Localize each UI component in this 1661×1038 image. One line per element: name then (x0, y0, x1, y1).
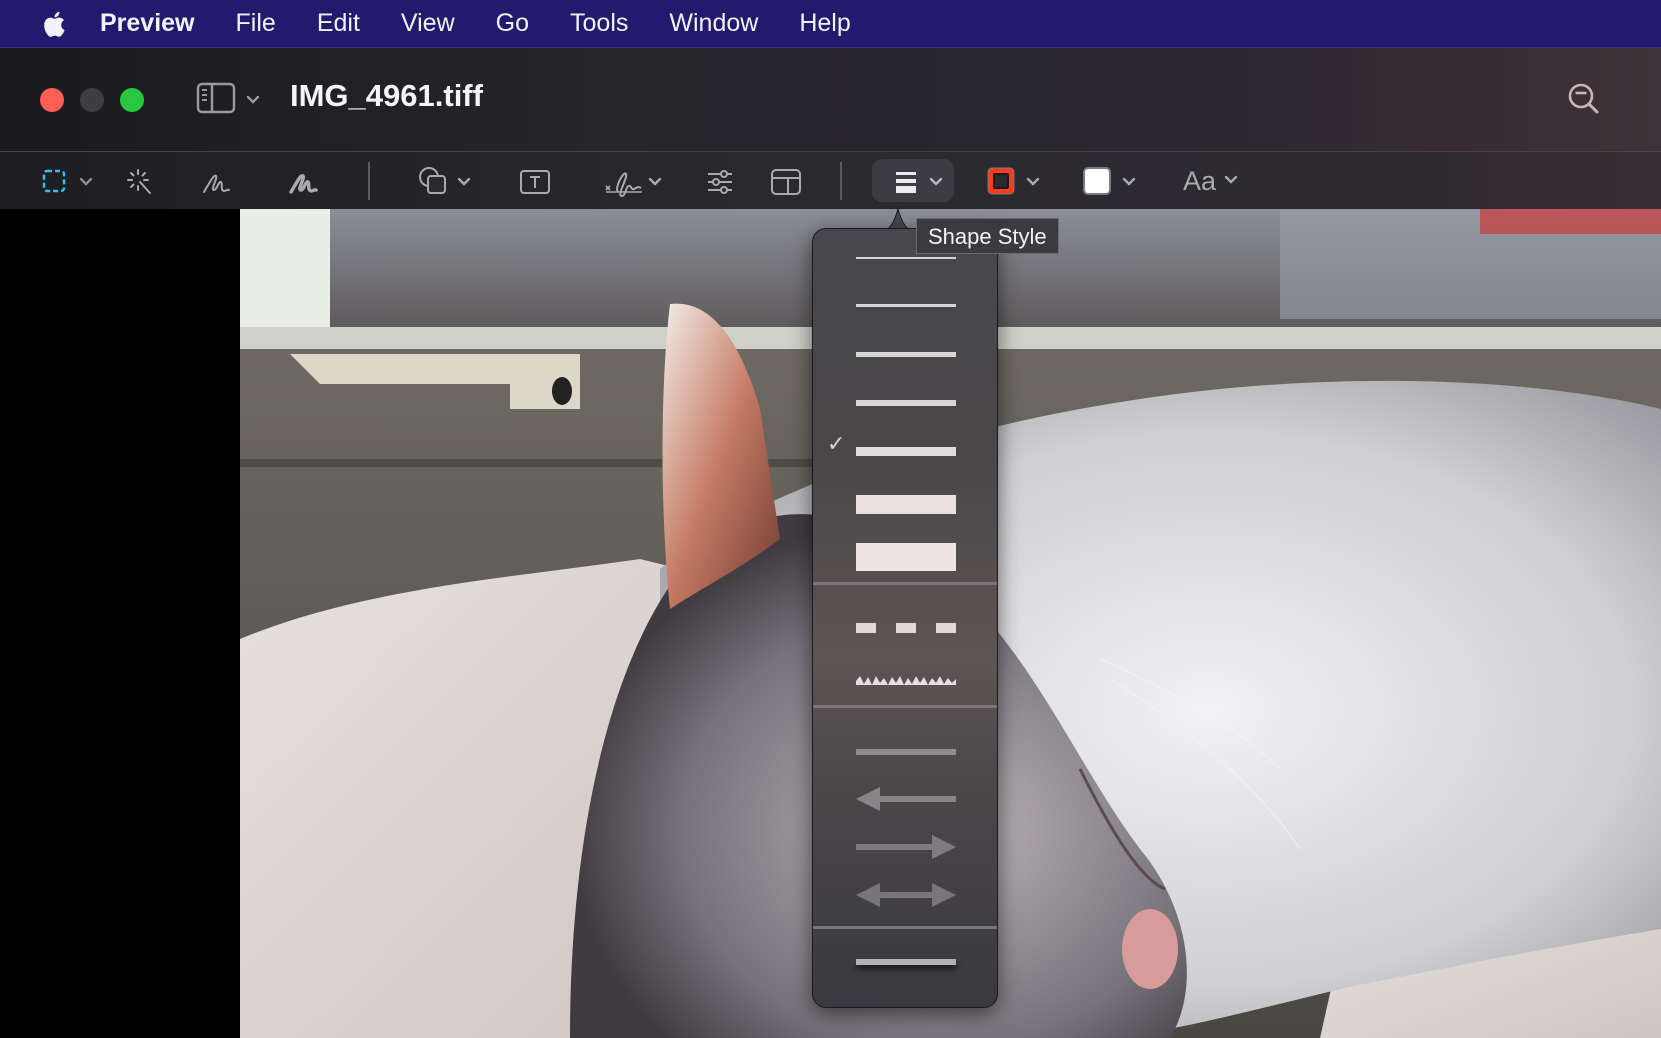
draw-icon[interactable] (289, 168, 319, 196)
line-ending-arrow-both[interactable] (813, 869, 997, 913)
fill-color-chevron-down-icon[interactable] (1121, 176, 1137, 188)
menu-tools[interactable]: Tools (570, 9, 628, 38)
menu-preview[interactable]: Preview (100, 9, 195, 38)
menu-go[interactable]: Go (496, 9, 529, 38)
marquee-selection-icon[interactable] (42, 169, 66, 193)
menu-bar: Preview File Edit View Go Tools Window H… (0, 0, 1661, 48)
document-title: IMG_4961.tiff (290, 78, 483, 113)
border-color-icon[interactable] (987, 167, 1015, 195)
menu-divider (813, 705, 997, 708)
toolbar-divider (368, 162, 370, 200)
magic-wand-icon[interactable] (126, 168, 154, 196)
line-effect-shadow[interactable] (813, 945, 997, 989)
zoom-out-icon[interactable] (1565, 80, 1605, 120)
menu-divider (813, 926, 997, 929)
line-width-option-10[interactable] (813, 467, 997, 514)
text-style-chevron-down-icon[interactable] (1223, 174, 1239, 186)
border-color-chevron-down-icon[interactable] (1025, 176, 1041, 188)
signature-chevron-down-icon[interactable] (647, 176, 663, 188)
zoom-button[interactable] (120, 88, 144, 112)
toolbar-divider (840, 162, 842, 200)
line-ending-arrow-left[interactable] (813, 773, 997, 817)
text-style-button[interactable]: Aa (1183, 166, 1216, 197)
signature-icon[interactable] (604, 166, 644, 198)
line-width-option-2[interactable] (813, 275, 997, 319)
close-button[interactable] (40, 88, 64, 112)
line-width-option-4[interactable] (813, 371, 997, 415)
fill-color-icon[interactable] (1083, 167, 1111, 195)
menu-window[interactable]: Window (669, 9, 758, 38)
sidebar-icon[interactable] (196, 82, 236, 114)
sidebar-chevron-down-icon[interactable] (245, 94, 261, 106)
line-pattern-rough[interactable] (813, 653, 997, 697)
menu-file[interactable]: File (236, 9, 276, 38)
shape-style-chevron-down-icon[interactable] (928, 176, 944, 188)
menu-help[interactable]: Help (799, 9, 850, 38)
menu-edit[interactable]: Edit (317, 9, 360, 38)
sketch-icon[interactable] (202, 168, 232, 196)
menu-view[interactable]: View (401, 9, 455, 38)
apple-logo-icon[interactable] (42, 9, 70, 39)
markup-toolbar (0, 152, 1661, 209)
minimize-button[interactable] (80, 88, 104, 112)
shapes-icon[interactable] (418, 166, 448, 196)
selection-chevron-down-icon[interactable] (78, 176, 94, 188)
resize-icon[interactable] (770, 168, 802, 196)
line-width-option-6[interactable]: ✓ (813, 419, 997, 463)
shape-style-popover: ✓ (812, 228, 998, 1008)
line-ending-plain[interactable] (813, 725, 997, 769)
menu-divider (813, 582, 997, 585)
line-ending-arrow-right[interactable] (813, 821, 997, 865)
line-width-option-15[interactable] (813, 515, 997, 571)
checkmark-icon: ✓ (827, 431, 846, 456)
shapes-chevron-down-icon[interactable] (456, 176, 472, 188)
sliders-icon[interactable] (706, 169, 734, 195)
shape-style-icon[interactable] (894, 170, 918, 194)
text-box-icon[interactable] (519, 169, 551, 195)
shape-style-tooltip: Shape Style (916, 218, 1059, 254)
line-pattern-dashed[interactable] (813, 597, 997, 641)
line-width-option-3[interactable] (813, 323, 997, 367)
